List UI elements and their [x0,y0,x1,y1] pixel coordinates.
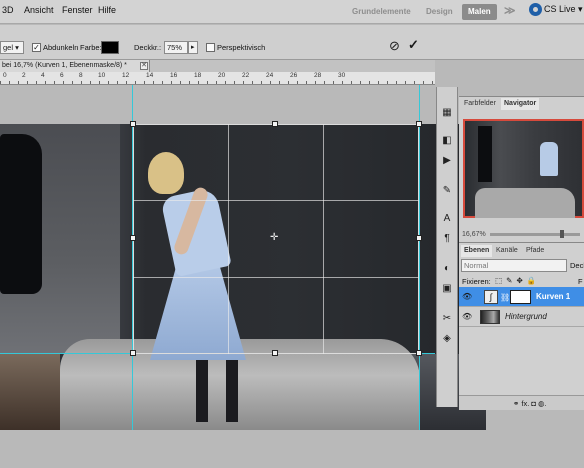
photo-leg [226,352,238,422]
mode-select[interactable]: gel ▾ [0,41,24,54]
ruler-number: 26 [290,72,298,79]
ruler-number: 14 [146,72,154,79]
photo-leg [196,354,208,422]
tools-panel-icon[interactable]: ✂ [440,312,454,326]
commit-transform-icon[interactable]: ✓ [408,37,419,53]
zoom-slider-handle[interactable] [560,230,564,238]
ruler-number: 30 [338,72,346,79]
ruler-number: 4 [41,72,45,79]
brush-panel-icon[interactable]: ✎ [440,184,454,198]
navigator-thumb-figure [540,142,558,176]
ruler-number: 24 [266,72,274,79]
perspective-checkbox[interactable] [206,43,215,52]
eye-icon[interactable]: 👁 [462,312,472,321]
tab-ebenen[interactable]: Ebenen [461,245,493,257]
darken-label: Abdunkeln [43,43,79,52]
ruler-number: 2 [22,72,26,79]
photo-bookshelf [0,354,60,430]
navigator-thumb-bed [475,188,575,218]
ruler-number: 6 [60,72,64,79]
color-swatch[interactable] [101,41,119,54]
layers-footer: ⚭ fx. ◘ ◍. [459,395,584,410]
perspective-label: Perspektivisch [217,43,266,52]
cs-live-label: CS Live ▾ [544,3,583,14]
opacity-label: Deckkr.: [134,43,162,52]
transform-grid-line [228,124,229,354]
menu-fenster[interactable]: Fenster [62,5,93,15]
document-tab[interactable]: bei 16,7% (Kurven 1, Ebenenmaske/8) * [0,60,150,72]
history-panel-icon[interactable]: ◧ [440,134,454,148]
ruler-number: 28 [314,72,322,79]
navigator-thumb-coat [478,126,492,182]
layer-opacity-label: Deck [570,261,584,270]
blend-mode-select[interactable]: Normal [461,259,567,272]
ruler-number: 12 [122,72,130,79]
transform-handle[interactable] [416,350,422,356]
eye-icon[interactable]: 👁 [462,292,472,301]
navigator-zoom-value[interactable]: 16,67% [462,231,486,238]
opacity-slider-toggle[interactable]: ▸ [188,41,198,54]
lock-label: Fixieren: [462,277,491,286]
paragraph-panel-icon[interactable]: ¶ [440,232,454,246]
adjustments-panel-icon[interactable]: ◐ [440,262,454,276]
transform-handle[interactable] [272,350,278,356]
ruler-number: 18 [194,72,202,79]
zoom-slider[interactable] [490,233,580,236]
menu-ansicht[interactable]: Ansicht [24,5,54,15]
ruler-number: 22 [242,72,250,79]
character-panel-icon[interactable]: A [440,212,454,226]
menu-hilfe[interactable]: Hilfe [98,5,116,15]
transform-handle[interactable] [416,235,422,241]
transform-handle[interactable] [416,121,422,127]
photo-coat [0,134,42,294]
transform-grid-line [323,124,324,354]
cs-live-menu[interactable]: CS Live ▾ [529,3,583,16]
workspace-background [0,430,584,468]
cs-live-icon [529,3,542,16]
ruler-number: 8 [79,72,83,79]
layer-footer-icons[interactable]: ⚭ fx. ◘ ◍. [513,399,547,408]
transform-grid-line [133,277,419,278]
transform-handle[interactable] [130,121,136,127]
ruler-number: 20 [218,72,226,79]
layer-mask-thumbnail[interactable] [510,290,531,304]
fill-label: F [578,277,583,286]
tab-pfade[interactable]: Pfade [523,245,547,257]
actions-panel-icon[interactable]: ▶ [440,154,454,168]
tab-kanaele[interactable]: Kanäle [493,245,521,257]
workspace-grundelemente[interactable]: Grundelemente [346,4,417,20]
menu-3d[interactable]: 3D [2,5,14,15]
options-bar: gel ▾ ✓ Abdunkeln Farbe: Deckkr.: 75% ▸ … [0,25,584,60]
layer-name-kurven: Kurven 1 [536,292,571,301]
opacity-input[interactable]: 75% [164,41,188,54]
menu-bar: 3D Ansicht Fenster Hilfe Grundelemente D… [0,0,584,24]
background-layer-thumbnail [480,310,500,324]
mode-value: gel [3,43,14,52]
transform-handle[interactable] [130,350,136,356]
layer-name-hintergrund: Hintergrund [505,312,547,321]
masks-panel-icon[interactable]: ▣ [440,282,454,296]
curves-adjustment-icon: ∫ [484,290,498,304]
color-label: Farbe: [80,43,102,52]
link-icon[interactable]: ⛓ [500,293,510,302]
workspace-design[interactable]: Design [420,4,459,20]
transform-handle[interactable] [130,235,136,241]
transform-center-icon[interactable]: ✛ [270,232,278,243]
workspace-malen[interactable]: Malen [462,4,497,20]
guide-vertical[interactable] [419,85,420,430]
tab-farbfelder[interactable]: Farbfelder [461,98,499,110]
cancel-transform-icon[interactable]: ⊘ [389,38,400,54]
lock-icons[interactable]: ⬚ ✎ ✥ 🔒 [495,276,537,285]
transform-handle[interactable] [272,121,278,127]
darken-checkbox[interactable]: ✓ [32,43,41,52]
workspace-more-icon[interactable]: ≫ [498,3,522,19]
ruler-number: 10 [98,72,106,79]
ruler-number: 16 [170,72,178,79]
ruler-number: 0 [3,72,7,79]
histogram-panel-icon[interactable]: ▦ [440,106,454,120]
tab-navigator[interactable]: Navigator [501,98,540,110]
transform-grid-line [133,200,419,201]
close-tab-icon[interactable]: ✕ [140,62,148,70]
styles-panel-icon[interactable]: ◈ [440,332,454,346]
